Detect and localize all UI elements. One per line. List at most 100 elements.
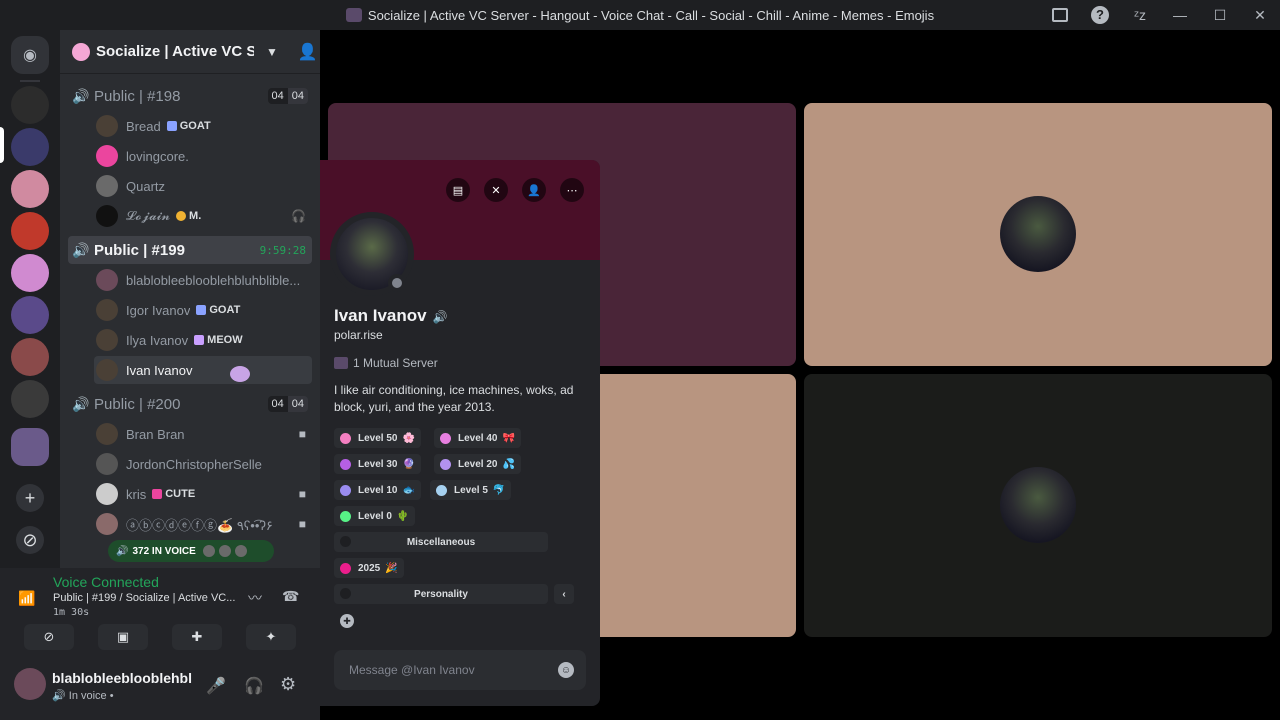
screen-share-button[interactable]: ▣: [98, 624, 148, 650]
avatar: [1000, 196, 1076, 272]
role-tag: M.: [176, 210, 201, 222]
role-chip[interactable]: Level 40 🎀: [434, 428, 521, 448]
note-icon[interactable]: ▤: [446, 178, 470, 202]
mutual-servers[interactable]: 1 Mutual Server: [334, 356, 438, 370]
role-tag-text: M.: [189, 210, 202, 222]
avatar: [201, 544, 216, 558]
voice-channel-198[interactable]: 🔊 Public | #198 04 04: [68, 82, 312, 110]
voice-channel-199[interactable]: 🔊 Public | #199 9:59:28: [68, 236, 312, 264]
collapse-roles-button[interactable]: ‹: [554, 584, 574, 604]
role-chip[interactable]: Miscellaneous: [334, 532, 548, 552]
role-chip[interactable]: Personality: [334, 584, 548, 604]
voice-user[interactable]: 𝓛𝓸𝓳𝓪𝓲𝓷 M. 🎧: [94, 202, 312, 230]
voice-user[interactable]: Ilya Ivanov MEOW: [94, 326, 312, 354]
server-icon-socialize[interactable]: [11, 128, 49, 166]
count-b: 04: [287, 396, 308, 412]
server-folder-icon[interactable]: [11, 428, 49, 466]
avatar: [96, 205, 118, 227]
avatar[interactable]: [14, 668, 46, 700]
add-friend-icon[interactable]: 👤: [522, 178, 546, 202]
voice-user[interactable]: Bran Bran ■: [94, 420, 312, 448]
role-chip[interactable]: 2025 🎉: [334, 558, 404, 578]
guild-header[interactable]: Socialize | Active VC Server - Hangout -…: [60, 30, 320, 74]
voice-user[interactable]: JordonChristopherSelle: [94, 450, 312, 478]
voice-user[interactable]: Igor Ivanov GOAT: [94, 296, 312, 324]
role-chip[interactable]: Level 0 🌵: [334, 506, 416, 526]
in-voice-count: 372 IN VOICE: [132, 545, 196, 557]
mute-icon[interactable]: ✕: [484, 178, 508, 202]
voice-user[interactable]: lovingcore.: [94, 142, 312, 170]
voice-elapsed-time: 1m 30s: [53, 607, 90, 618]
close-icon[interactable]: ✕: [1240, 0, 1280, 30]
maximize-icon[interactable]: ☐: [1200, 0, 1240, 30]
emoji-icon[interactable]: ☺: [558, 662, 574, 678]
avatar: [96, 175, 118, 197]
message-input[interactable]: Message @Ivan Ivanov ☺: [334, 650, 586, 690]
direct-messages-icon[interactable]: ◉: [11, 36, 49, 74]
invite-people-icon[interactable]: 👤: [298, 42, 318, 62]
chevron-down-icon[interactable]: ▼: [266, 45, 278, 59]
role-emoji: 🔮: [402, 458, 415, 470]
video-tile[interactable]: [804, 103, 1272, 366]
soundboard-button[interactable]: ✦: [246, 624, 296, 650]
server-icon[interactable]: [11, 86, 49, 124]
minimize-icon[interactable]: —: [1160, 0, 1200, 30]
role-chip[interactable]: Level 5 🐬: [430, 480, 512, 500]
gear-icon[interactable]: ⚙: [280, 674, 296, 695]
server-icon[interactable]: [11, 338, 49, 376]
voice-user-selected[interactable]: Ivan Ivanov: [94, 356, 312, 384]
server-icon[interactable]: [11, 212, 49, 250]
profile-display-name: Ivan Ivanov 🔊: [334, 306, 448, 326]
role-chip[interactable]: Level 30 🔮: [334, 454, 421, 474]
role-chip[interactable]: Level 50 🌸: [334, 428, 421, 448]
server-icon[interactable]: [11, 170, 49, 208]
connection-signal-icon[interactable]: 📶: [18, 590, 35, 607]
user-panel-name[interactable]: blablobleeblooblehbluhblible: [52, 670, 192, 686]
add-server-icon[interactable]: +: [16, 484, 44, 512]
voice-user[interactable]: Quartz: [94, 172, 312, 200]
role-tag-text: GOAT: [179, 120, 211, 132]
server-icon[interactable]: [11, 380, 49, 418]
role-emoji: 🐬: [492, 484, 506, 496]
voice-connected-title: Voice Connected: [53, 574, 159, 590]
voice-user[interactable]: Bread GOAT: [94, 112, 312, 140]
role-tag-text: MEOW: [207, 334, 243, 346]
voice-channel-200[interactable]: 🔊 Public | #200 04 04: [68, 390, 312, 418]
inbox-icon[interactable]: [1040, 0, 1080, 30]
server-icon[interactable]: [11, 296, 49, 334]
camera-toggle-button[interactable]: ⊘: [24, 624, 74, 650]
role-label: Level 0: [358, 510, 392, 522]
discover-icon[interactable]: ⊘: [16, 526, 44, 554]
speaker-icon: 🔊: [432, 310, 448, 324]
noise-suppression-icon[interactable]: 〰: [248, 588, 262, 608]
user-count: 04 04: [267, 396, 308, 412]
microphone-icon[interactable]: 🎤: [206, 676, 226, 696]
role-color-dot: [436, 484, 447, 496]
voice-user[interactable]: kris CUTE ■: [94, 480, 312, 508]
in-voice-pill[interactable]: 🔊 372 IN VOICE: [108, 540, 274, 562]
speaker-icon: 🔊: [72, 241, 90, 258]
user-name: Ilya Ivanov: [126, 332, 189, 348]
count-a: 04: [267, 396, 288, 412]
disconnect-icon[interactable]: ☎: [282, 588, 299, 605]
voice-channel-path[interactable]: Public | #199 / Socialize | Active VC...: [53, 592, 243, 604]
user-count: 04 04: [267, 88, 308, 104]
role-chip[interactable]: Level 20 💦: [434, 454, 521, 474]
voice-user[interactable]: ⓐⓑⓒⓓⓔⓕⓖ🍝 ٩ʕ•͡•ʔ۶ ■: [94, 510, 312, 538]
profile-username[interactable]: polar.rise: [334, 328, 383, 342]
sleep-icon[interactable]: ᶻz: [1120, 0, 1160, 30]
help-icon[interactable]: ?: [1080, 0, 1120, 30]
voice-user[interactable]: blablobleeblooblehbluhblible...: [94, 266, 312, 294]
more-options-icon[interactable]: ⋯: [560, 178, 584, 202]
guild-name: Socialize | Active VC Server - Hangout -…: [96, 43, 254, 60]
display-name-text: Ivan Ivanov: [334, 306, 427, 325]
video-tile[interactable]: [804, 374, 1272, 637]
user-name: Bread: [126, 118, 161, 134]
role-label: Level 30: [358, 458, 398, 470]
activities-button[interactable]: ✚: [172, 624, 222, 650]
shield-icon[interactable]: ✚: [340, 614, 354, 628]
server-icon[interactable]: [11, 254, 49, 292]
role-chip[interactable]: Level 10 🐟: [334, 480, 421, 500]
video-icon: ■: [298, 487, 306, 501]
headphones-icon[interactable]: 🎧: [244, 676, 264, 696]
